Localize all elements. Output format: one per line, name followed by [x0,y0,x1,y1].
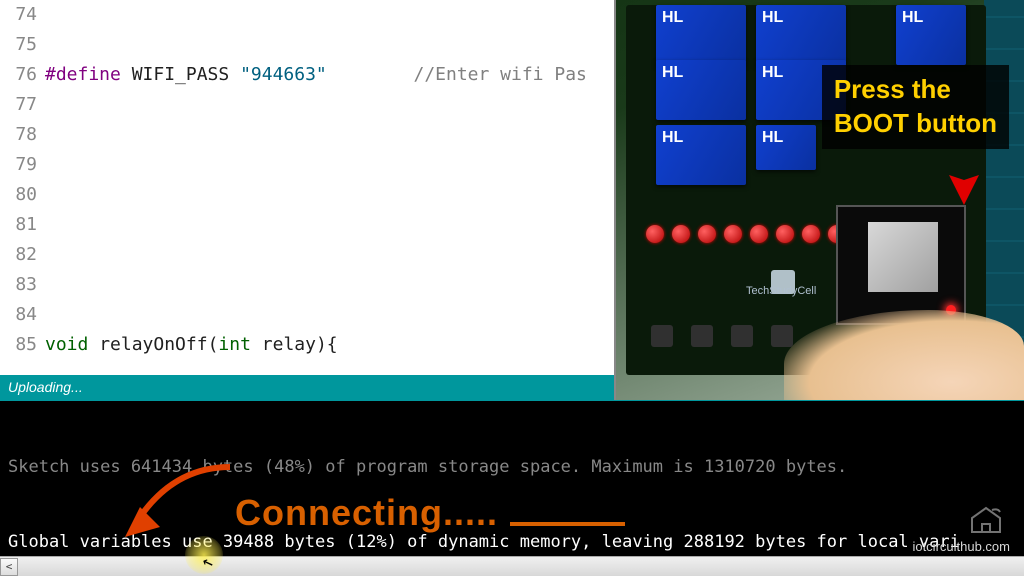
token: #define [45,64,121,85]
status-led [672,225,690,243]
scroll-left-button[interactable]: < [0,558,18,576]
status-led [698,225,716,243]
line-number: 76 [0,60,37,90]
relay-module [656,125,746,185]
line-number-gutter: 74 75 76 77 78 79 80 81 82 83 84 85 [0,0,45,375]
status-led [776,225,794,243]
relay-module [756,5,846,65]
token: void [45,334,88,355]
esp32-module [836,205,966,325]
status-led [646,225,664,243]
annotation-text: BOOT button [834,107,997,141]
curved-arrow-icon [115,462,235,542]
line-number: 81 [0,210,37,240]
status-led [750,225,768,243]
line-number: 75 [0,30,37,60]
line-number: 84 [0,300,37,330]
token: ( [208,334,219,355]
line-number: 78 [0,120,37,150]
line-number: 85 [0,330,37,360]
token: relayOnOff [88,334,207,355]
tactile-button [771,325,793,347]
board-brand-label: TechStudyCell [746,285,816,297]
token: WIFI_PASS [121,64,240,85]
relay-module [656,5,746,65]
tactile-buttons [651,325,793,347]
relay-module [656,60,746,120]
token: relay){ [251,334,338,355]
annotation-boot: Press the BOOT button [822,65,1009,149]
line-number: 74 [0,0,37,30]
watermark-text: iotcircuithub.com [912,539,1010,554]
line-number: 82 [0,240,37,270]
token: int [218,334,251,355]
relay-module [896,5,966,65]
relay-module [756,125,816,170]
line-number: 77 [0,90,37,120]
line-number: 79 [0,150,37,180]
annotation-connecting: Connecting..... [235,492,498,534]
annotation-underline [510,522,625,526]
tactile-button [651,325,673,347]
status-text: Uploading... [8,379,83,395]
status-led [802,225,820,243]
tactile-button [731,325,753,347]
arrow-down-icon [944,145,984,205]
watermark-house-icon [968,504,1004,538]
line-number: 83 [0,270,37,300]
horizontal-scrollbar[interactable]: < [0,556,1024,576]
token: //Enter wifi Pas [327,64,587,85]
status-led [724,225,742,243]
esp32-chip [868,222,938,292]
annotation-text: Press the [834,73,997,107]
tactile-button [691,325,713,347]
line-number: 80 [0,180,37,210]
token: "944663" [240,64,327,85]
scroll-track[interactable] [18,558,1024,576]
led-row [646,225,846,243]
